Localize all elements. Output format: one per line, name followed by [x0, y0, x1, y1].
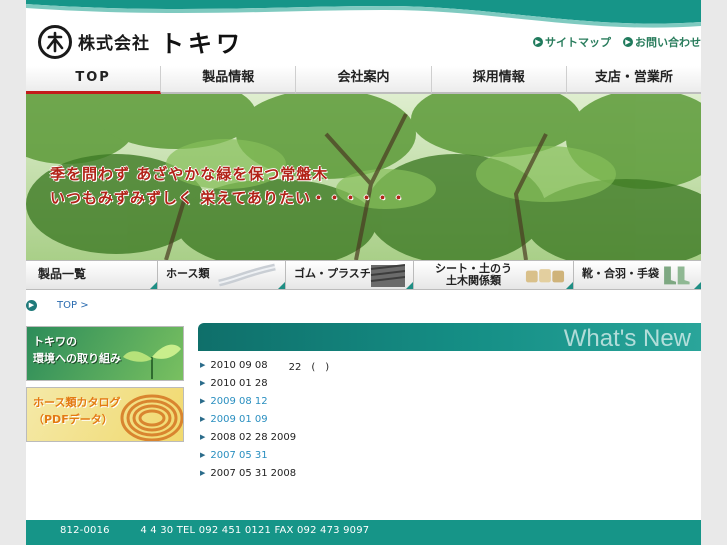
left-margin	[0, 0, 26, 545]
hose-catalog-banner-text: ホース類カタログ （PDFデータ）	[33, 394, 120, 428]
product-item-label: シート・土のう 土木関係類	[435, 262, 512, 287]
logo-brand: トキワ	[160, 30, 244, 58]
triangle-bullet-icon: ▶	[200, 433, 206, 441]
news-item[interactable]: ▶ 2008 02 28 2009	[200, 428, 700, 446]
environment-banner-text: トキワの 環境への取り組み	[33, 333, 121, 367]
hero-banner: 季を問わず あざやかな緑を保つ常盤木 いつもみずみずしく 栄えてありたい・・・・…	[26, 94, 701, 260]
contact-link[interactable]: ▶ お問い合わせ	[623, 34, 701, 50]
news-list: ▶ 2010 09 08 22 ( ) ▶ 2010 01 28 ▶ 2009 …	[200, 356, 700, 482]
company-logo[interactable]: 株式会社 トキワ	[38, 24, 244, 59]
nav-item-recruit[interactable]: 採用情報	[431, 66, 567, 94]
header: 株式会社 トキワ ▶ サイトマップ ▶ お問い合わせ	[26, 0, 701, 66]
logo-kanji: 株式会社	[78, 34, 150, 54]
corner-arrow-icon	[566, 282, 573, 289]
arrow-circle-icon: ▶	[623, 37, 633, 47]
product-item-label: 靴・合羽・手袋	[582, 267, 659, 280]
sitemap-link-label: サイトマップ	[545, 36, 611, 49]
product-item-label: 製品一覧	[38, 267, 87, 281]
product-item-boots[interactable]: 靴・合羽・手袋	[574, 261, 701, 289]
banner-line: 環境への取り組み	[33, 352, 121, 365]
banner-line: トキワの	[33, 335, 77, 348]
news-date: 2009 08 12	[210, 395, 268, 407]
news-item[interactable]: ▶ 2009 01 09	[200, 410, 700, 428]
hero-line-2: いつもみずみずしく 栄えてありたい・・・・・・	[50, 189, 408, 207]
whats-new-header: What's New	[198, 323, 701, 352]
triangle-bullet-icon: ▶	[200, 361, 206, 369]
news-date: 2008 02 28	[210, 431, 268, 443]
page: 株式会社 トキワ ▶ サイトマップ ▶ お問い合わせ TOP 製品情報 会社案内…	[0, 0, 727, 545]
breadcrumb-arrow-icon: ▶	[26, 300, 37, 311]
product-item-all[interactable]: 製品一覧	[26, 261, 158, 289]
breadcrumb: ▶ TOP >	[26, 300, 89, 311]
news-item[interactable]: ▶ 2010 09 08 22 ( )	[200, 356, 700, 374]
news-item[interactable]: ▶ 2010 01 28	[200, 374, 700, 392]
triangle-bullet-icon: ▶	[200, 397, 206, 405]
news-date: 2010 09 08	[210, 359, 268, 371]
news-date: 2010 01 28	[210, 377, 268, 389]
triangle-bullet-icon: ▶	[200, 451, 206, 459]
banner-line: ホース類カタログ	[33, 396, 121, 409]
rubber-mat-thumbnail-icon	[370, 264, 405, 287]
main-container: 株式会社 トキワ ▶ サイトマップ ▶ お問い合わせ TOP 製品情報 会社案内…	[26, 0, 702, 545]
product-item-sheet[interactable]: シート・土のう 土木関係類	[414, 261, 574, 289]
triangle-bullet-icon: ▶	[200, 469, 206, 477]
utility-links: ▶ サイトマップ ▶ お問い合わせ	[533, 34, 701, 50]
arrow-circle-icon: ▶	[533, 37, 543, 47]
news-date: 2009 01 09	[210, 413, 268, 425]
right-margin	[701, 0, 727, 545]
corner-arrow-icon	[694, 282, 701, 289]
news-date: 2007 05 31	[210, 467, 268, 479]
news-text: 2008	[270, 467, 297, 479]
nav-item-company[interactable]: 会社案内	[296, 66, 432, 94]
news-item[interactable]: ▶ 2007 05 31 2008	[200, 464, 700, 482]
nav-item-top[interactable]: TOP	[26, 66, 162, 94]
boots-thumbnail-icon	[664, 266, 690, 285]
product-bar: 製品一覧 ホース類 ゴム・プラスチック類 シート・土のう 土木関係類 靴・合羽・…	[26, 260, 701, 290]
hose-thumbnail-icon	[218, 263, 276, 287]
hero-line-1: 季を問わず あざやかな緑を保つ常盤木	[50, 165, 329, 183]
nav-item-products[interactable]: 製品情報	[161, 66, 297, 94]
environment-banner[interactable]: トキワの 環境への取り組み	[26, 326, 184, 381]
sitemap-link[interactable]: ▶ サイトマップ	[533, 34, 611, 50]
nav-item-branches[interactable]: 支店・営業所	[566, 66, 702, 94]
footer: 812-0016 4 4 30 TEL 092 451 0121 FAX 092…	[26, 520, 701, 545]
corner-arrow-icon	[278, 282, 285, 289]
news-text: 2009	[270, 431, 297, 443]
breadcrumb-top-link[interactable]: TOP >	[57, 300, 89, 311]
hose-catalog-banner[interactable]: ホース類カタログ （PDFデータ）	[26, 387, 184, 442]
corner-arrow-icon	[406, 282, 413, 289]
contact-link-label: お問い合わせ	[635, 36, 701, 49]
whats-new-title: What's New	[563, 325, 691, 352]
triangle-bullet-icon: ▶	[200, 415, 206, 423]
corner-arrow-icon	[150, 282, 157, 289]
main-nav: TOP 製品情報 会社案内 採用情報 支店・営業所	[26, 66, 702, 94]
news-item[interactable]: ▶ 2007 05 31	[200, 446, 700, 464]
product-item-label: ホース類	[166, 267, 210, 280]
sandbag-thumbnail-icon	[525, 269, 565, 283]
triangle-bullet-icon: ▶	[200, 379, 206, 387]
logo-mark-icon	[38, 24, 72, 59]
news-item[interactable]: ▶ 2009 08 12	[200, 392, 700, 410]
news-text: 22 ( )	[288, 361, 330, 373]
banner-line: （PDFデータ）	[33, 413, 113, 426]
product-item-rubber[interactable]: ゴム・プラスチック類	[286, 261, 414, 289]
product-item-hose[interactable]: ホース類	[158, 261, 286, 289]
news-date: 2007 05 31	[210, 449, 268, 461]
